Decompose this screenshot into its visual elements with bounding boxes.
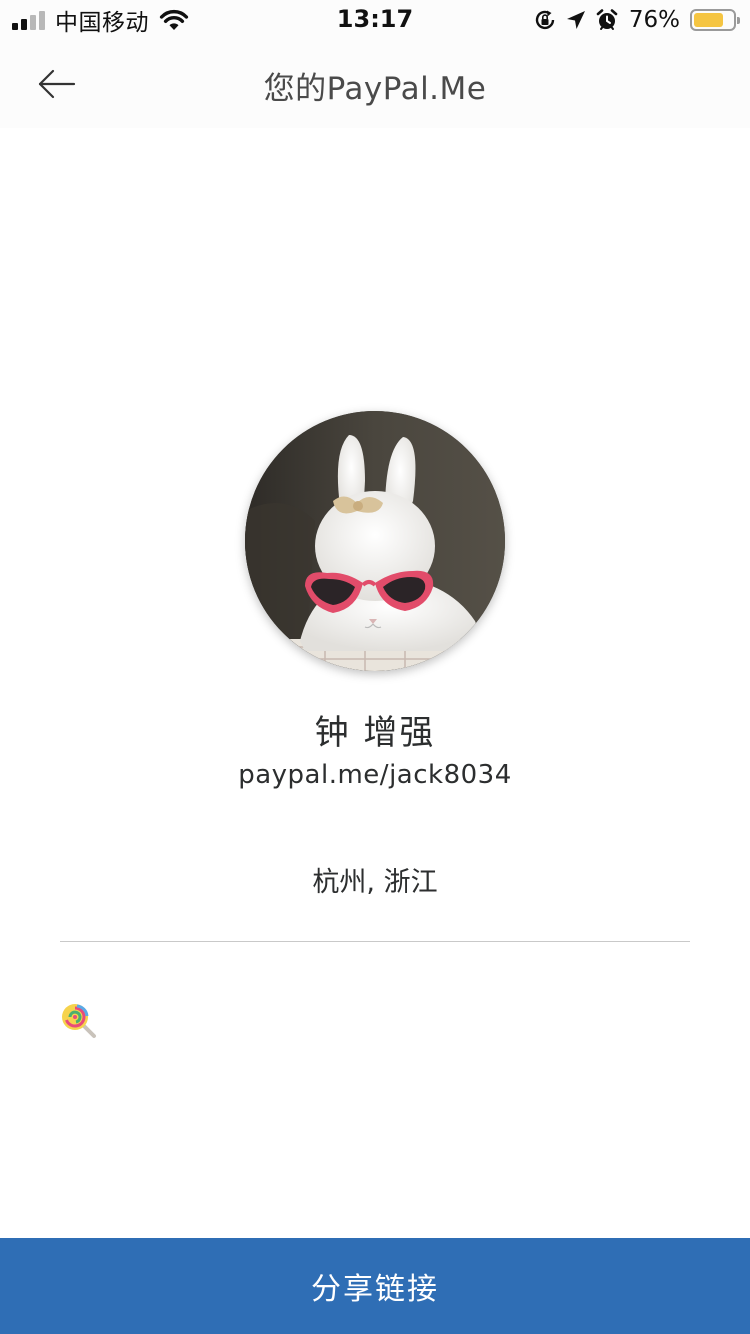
alarm-icon	[596, 9, 618, 30]
battery-percent: 76%	[628, 7, 680, 33]
profile-avatar	[245, 411, 505, 671]
paypal-me-screen: 中国移动 13:17 76% 您的PayPal.Me 钟 增强 paypal.m…	[0, 0, 750, 1334]
profile-photo	[245, 411, 505, 671]
lollipop-icon	[62, 1004, 96, 1038]
profile-bio	[60, 1002, 100, 1042]
divider	[60, 941, 690, 942]
status-bar-right: 76%	[533, 6, 740, 34]
profile-location: 杭州, 浙江	[312, 867, 438, 898]
paypal-me-link[interactable]: paypal.me/jack8034	[0, 760, 750, 790]
share-link-button[interactable]: 分享链接	[0, 1238, 750, 1334]
battery-fill	[694, 13, 723, 27]
battery-icon	[690, 9, 740, 31]
profile-name: 钟 增强	[314, 713, 436, 753]
orientation-lock-icon	[535, 10, 555, 30]
navigation-bar: 您的PayPal.Me	[0, 40, 750, 128]
location-arrow-icon	[566, 11, 585, 29]
status-bar: 中国移动 13:17 76%	[0, 0, 750, 40]
page-title: 您的PayPal.Me	[263, 71, 487, 107]
